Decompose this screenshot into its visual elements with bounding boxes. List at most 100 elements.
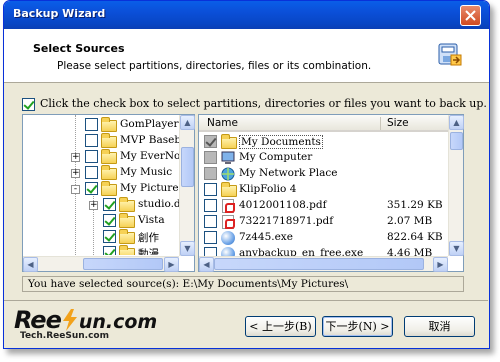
tree-checkbox[interactable] [103,230,116,243]
cancel-button[interactable]: 取消 [404,316,475,337]
list-checkbox[interactable] [204,231,217,244]
folder-icon [101,165,117,180]
list-row[interactable]: 73221718971.pdf 2.07 MB [199,214,448,230]
tree-checkbox[interactable] [85,134,98,147]
watermark-brand-left: Ree [14,306,62,334]
list-item-name: 7z445.exe [239,231,293,243]
folder-icon [119,245,135,255]
scroll-thumb[interactable] [83,258,163,270]
tree-checkbox[interactable] [103,246,116,255]
expand-icon[interactable]: + [71,169,80,178]
scroll-thumb[interactable] [214,258,424,270]
column-size-header[interactable]: Size [387,117,409,129]
exe-icon [221,231,235,245]
list-row[interactable]: My Computer [199,150,448,166]
tree-item-label: 創作 [138,232,159,244]
column-divider[interactable] [380,117,381,130]
folder-icon [119,229,135,244]
close-button[interactable] [460,5,481,26]
folder-open-icon [101,181,117,196]
tree-item[interactable]: 動漫 [23,245,179,255]
scroll-down-icon[interactable]: ▼ [449,241,464,256]
page-title: Select Sources [33,42,125,55]
list-item-name: anybackup_en_free.exe [239,247,364,256]
list-row[interactable]: KlipFolio 4 [199,182,448,198]
folder-tree[interactable]: GomPlayer MVP Baseba + My EverNote + My … [22,114,195,272]
tree-item[interactable]: Vista [23,213,179,229]
tree-item-label: Vista [138,214,165,226]
folder-icon [119,213,135,228]
folder-icon [101,117,117,132]
select-all-checkbox[interactable] [22,98,35,111]
backup-icon [438,43,462,66]
scroll-left-icon[interactable]: ◀ [199,257,214,272]
list-horizontal-scrollbar[interactable]: ◀ ▶ [199,256,448,272]
scroll-right-icon[interactable]: ▶ [164,257,179,272]
scroll-up-icon[interactable]: ▲ [180,115,195,130]
expand-icon[interactable]: + [89,201,98,210]
list-item-name: My Network Place [239,167,338,179]
list-checkbox[interactable] [204,135,217,148]
tree-horizontal-scrollbar[interactable]: ◀ ▶ [23,256,179,272]
tree-item[interactable]: GomPlayer [23,117,179,133]
folder-icon [101,133,117,148]
tree-checkbox[interactable] [85,150,98,163]
tree-item[interactable]: + My Music [23,165,179,181]
status-text: You have selected source(s): E:\My Docum… [28,278,349,290]
tree-checkbox[interactable] [85,182,98,195]
list-row[interactable]: 7z445.exe 822.64 KB [199,230,448,246]
window-title: Backup Wizard [13,7,106,20]
tree-item[interactable]: MVP Baseba [23,133,187,149]
tree-item[interactable]: + studio.da [23,197,187,213]
tree-item[interactable]: 創作 [23,229,179,245]
tree-checkbox[interactable] [103,198,116,211]
list-row[interactable]: 4012001108.pdf 351.29 KB [199,198,448,214]
tree-checkbox[interactable] [85,166,98,179]
tree-item[interactable]: + My EverNote [23,149,191,165]
lightning-icon [62,309,77,331]
scroll-right-icon[interactable]: ▶ [433,257,448,272]
tree-vertical-scrollbar[interactable]: ▲ ▼ [179,115,195,256]
expand-icon[interactable]: + [71,153,80,162]
divider [4,300,488,301]
column-name-header[interactable]: Name [207,117,238,129]
tree-item-label: 動漫 [138,248,159,255]
list-vertical-scrollbar[interactable]: ▲ ▼ [448,115,464,256]
tree-item-label: GomPlayer [120,118,179,130]
folder-icon [119,197,135,212]
tree-checkbox[interactable] [103,214,116,227]
list-checkbox[interactable] [204,167,217,180]
close-icon [465,10,476,21]
tree-checkbox[interactable] [85,118,98,131]
list-item-name: 4012001108.pdf [239,199,327,211]
scroll-thumb[interactable] [450,132,463,150]
pdf-icon [222,199,235,213]
file-list[interactable]: Name Size My Documents My Computer My Ne… [198,114,464,272]
list-item-name: KlipFolio 4 [239,183,297,195]
collapse-icon[interactable]: - [71,185,80,194]
back-button[interactable]: < 上一步(B) [245,316,316,337]
list-row[interactable]: anybackup_en_free.exe 4.46 MB [199,246,448,256]
list-checkbox[interactable] [204,215,217,228]
scroll-down-icon[interactable]: ▼ [180,241,195,256]
list-checkbox[interactable] [204,199,217,212]
wizard-header: Select Sources Please select partitions,… [4,29,489,83]
next-button[interactable]: 下一步(N) > [322,316,393,337]
list-item-name: My Documents [239,135,323,149]
list-checkbox[interactable] [204,247,217,256]
list-checkbox[interactable] [204,151,217,164]
list-item-size: 4.46 MB [387,247,433,256]
list-row[interactable]: My Documents [199,134,448,150]
tree-item-label: MVP Baseba [120,134,188,146]
page-subtitle: Please select partitions, directories, f… [57,60,372,72]
title-bar[interactable]: Backup Wizard [4,1,489,29]
scroll-thumb[interactable] [181,147,194,187]
list-checkbox[interactable] [204,183,217,196]
list-row[interactable]: My Network Place [199,166,448,182]
tree-item[interactable]: - My Pictures [23,181,184,197]
scroll-left-icon[interactable]: ◀ [23,257,38,272]
watermark-logo: Ree un.com Tech.ReeSun.com [14,306,157,341]
network-icon [221,167,235,181]
computer-icon [221,151,235,164]
scroll-up-icon[interactable]: ▲ [449,115,464,130]
